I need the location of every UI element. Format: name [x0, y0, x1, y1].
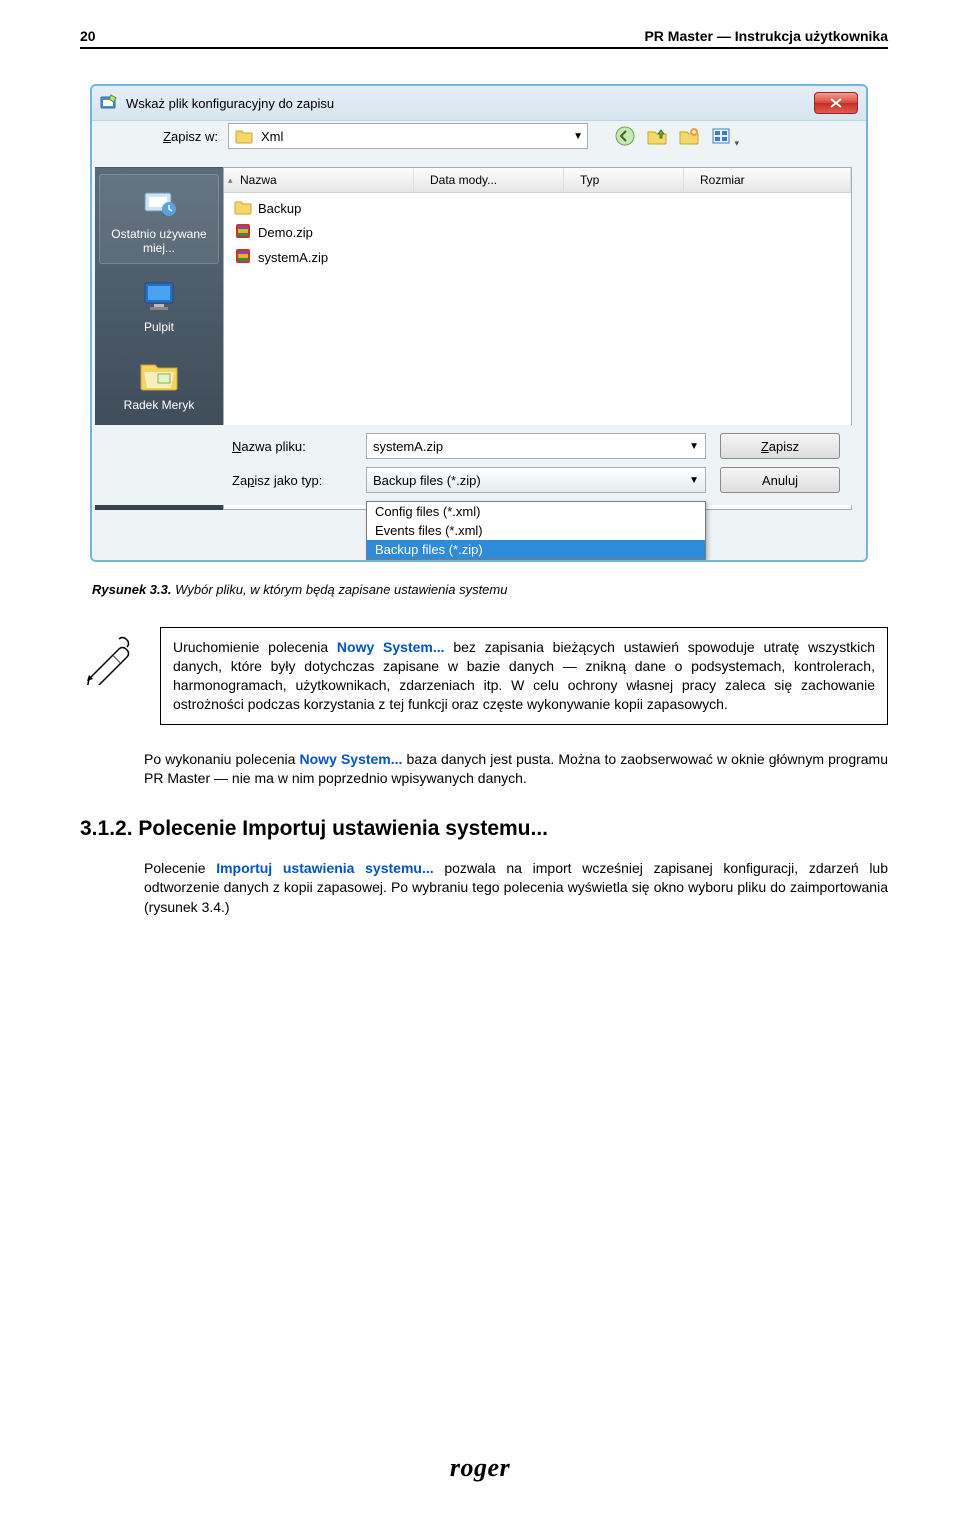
archive-icon	[234, 247, 252, 268]
dialog-footer: Nazwa pliku: systemA.zip ▼ Zapisz Zapisz…	[92, 425, 866, 505]
col-size[interactable]: Rozmiar	[684, 168, 851, 192]
chevron-down-icon: ▼	[573, 131, 583, 142]
folder-icon	[235, 128, 253, 147]
list-item[interactable]: Demo.zip	[230, 220, 845, 245]
doc-title: PR Master — Instrukcja użytkownika	[644, 28, 888, 44]
dropdown-option[interactable]: Events files (*.xml)	[367, 521, 705, 540]
filename-input[interactable]: systemA.zip ▼	[366, 433, 706, 459]
place-label: Pulpit	[144, 320, 174, 334]
file-name: Backup	[258, 201, 301, 216]
note-text: Uruchomienie polecenia Nowy System... be…	[160, 627, 888, 725]
save-button[interactable]: Zapisz	[720, 433, 840, 459]
cancel-button[interactable]: Anuluj	[720, 467, 840, 493]
place-label: Radek Meryk	[124, 398, 195, 412]
list-item[interactable]: Backup	[230, 197, 845, 220]
page-number: 20	[80, 28, 96, 44]
list-item[interactable]: systemA.zip	[230, 245, 845, 270]
place-recent[interactable]: Ostatnio używane miej...	[99, 174, 219, 264]
dialog-titlebar: Wskaż plik konfiguracyjny do zapisu	[92, 86, 866, 121]
dialog-title: Wskaż plik konfiguracyjny do zapisu	[126, 96, 814, 111]
pencil-icon	[80, 627, 140, 725]
save-in-label: Zapisz w:	[106, 129, 218, 144]
col-name[interactable]: Nazwa	[224, 168, 414, 192]
note-block: Uruchomienie polecenia Nowy System... be…	[80, 627, 888, 725]
footer-logo: roger	[0, 1453, 960, 1483]
filetype-label: Zapisz jako typ:	[232, 473, 352, 488]
back-button[interactable]	[612, 124, 638, 148]
new-folder-button[interactable]	[676, 124, 702, 148]
archive-icon	[234, 222, 252, 243]
file-name: Demo.zip	[258, 225, 313, 240]
chevron-down-icon: ▼	[689, 475, 699, 486]
figure-caption: Rysunek 3.3. Wybór pliku, w którym będą …	[92, 582, 876, 597]
place-desktop[interactable]: Pulpit	[99, 268, 219, 342]
col-type[interactable]: Typ	[564, 168, 684, 192]
save-in-row: Zapisz w: Xml ▼	[92, 121, 866, 157]
folder-icon	[234, 199, 252, 218]
dropdown-option-selected[interactable]: Backup files (*.zip)	[367, 540, 705, 559]
file-name: systemA.zip	[258, 250, 328, 265]
header-rule	[80, 47, 888, 49]
place-label: Ostatnio używane miej...	[102, 227, 216, 255]
view-menu-button[interactable]	[708, 124, 734, 148]
save-in-value: Xml	[261, 129, 283, 144]
close-button[interactable]	[814, 92, 858, 114]
filename-label: Nazwa pliku:	[232, 439, 352, 454]
window-icon	[100, 94, 118, 112]
filename-value: systemA.zip	[373, 439, 443, 454]
dropdown-option[interactable]: Config files (*.xml)	[367, 502, 705, 521]
paragraph: Po wykonaniu polecenia Nowy System... ba…	[144, 750, 888, 789]
filetype-value: Backup files (*.zip)	[373, 473, 481, 488]
save-file-dialog: Wskaż plik konfiguracyjny do zapisu Zapi…	[90, 84, 868, 562]
chevron-down-icon: ▼	[689, 441, 699, 452]
paragraph: Polecenie Importuj ustawienia systemu...…	[144, 859, 888, 918]
section-heading: 3.1.2. Polecenie Importuj ustawienia sys…	[80, 817, 888, 841]
col-date[interactable]: Data mody...	[414, 168, 564, 192]
column-headers[interactable]: Nazwa Data mody... Typ Rozmiar	[224, 168, 851, 193]
place-userfolder[interactable]: Radek Meryk	[99, 346, 219, 420]
filetype-combo[interactable]: Backup files (*.zip) ▼	[366, 467, 706, 493]
filetype-dropdown[interactable]: Config files (*.xml) Events files (*.xml…	[366, 501, 706, 560]
save-in-combo[interactable]: Xml ▼	[228, 123, 588, 149]
up-one-level-button[interactable]	[644, 124, 670, 148]
